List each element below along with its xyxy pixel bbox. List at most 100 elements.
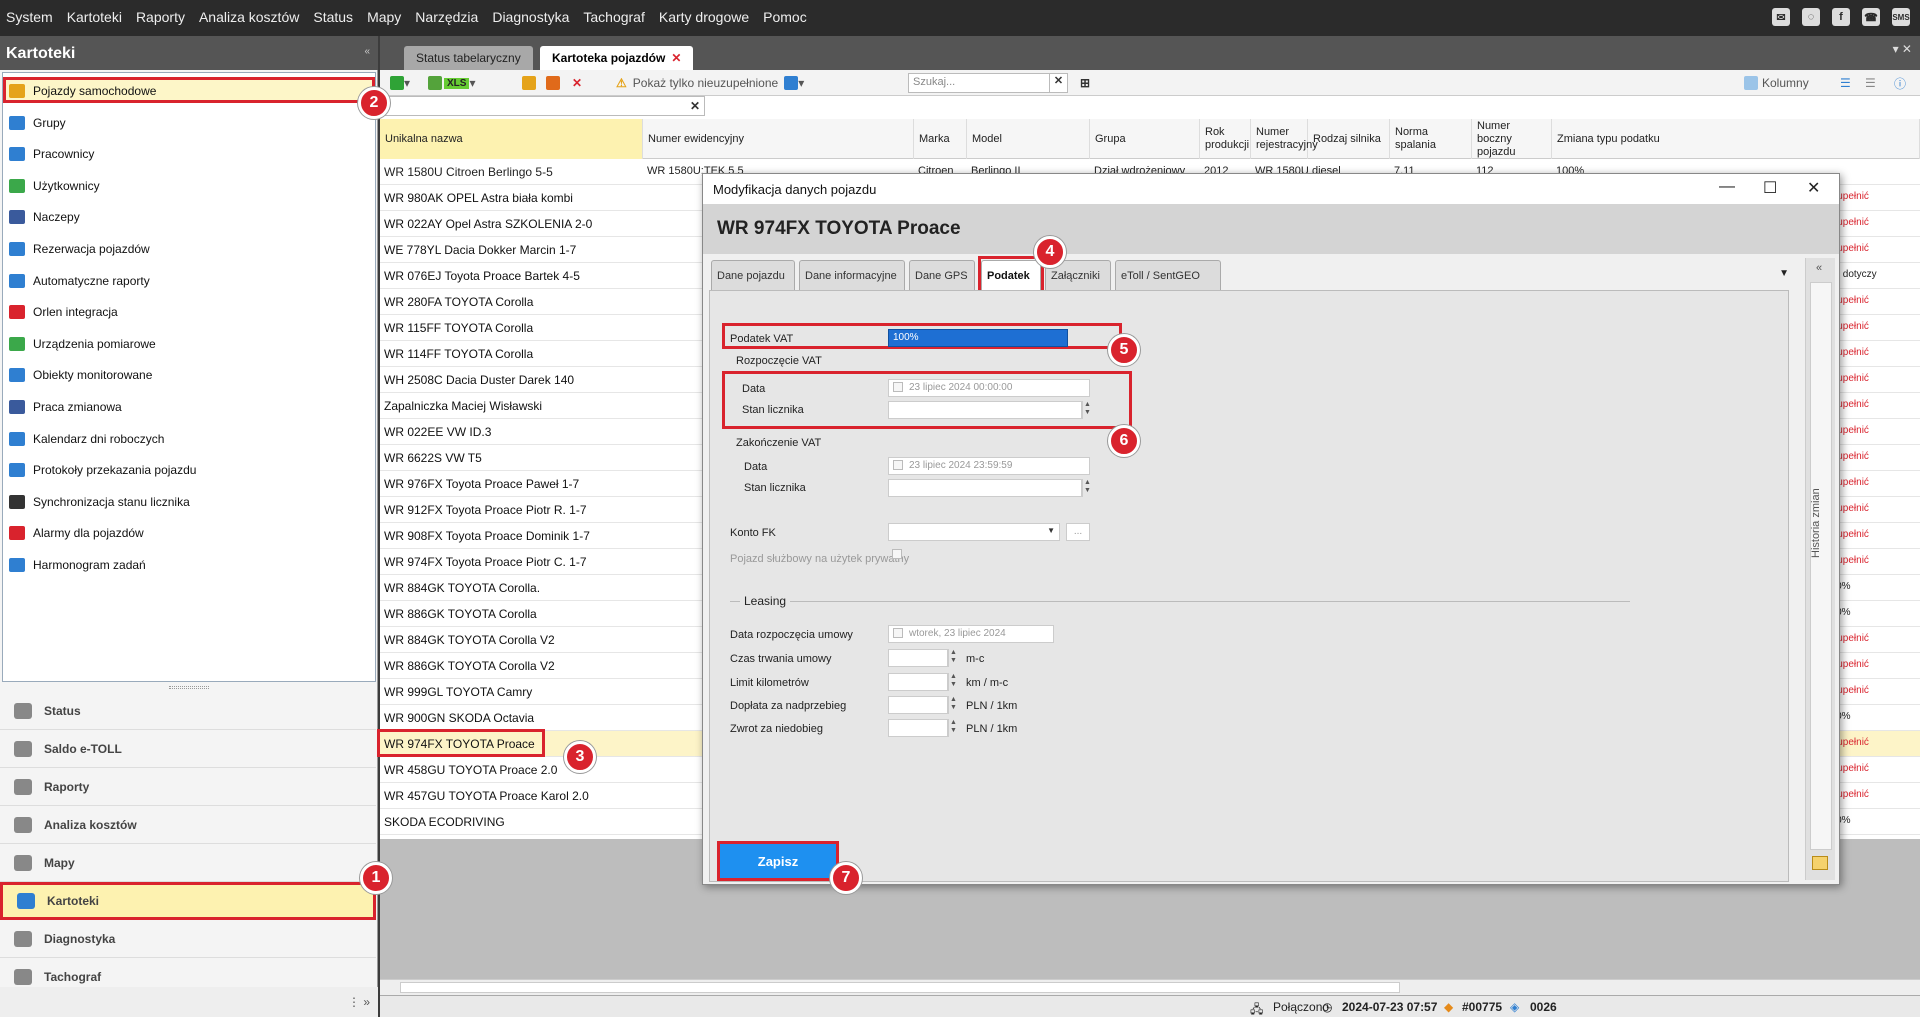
column-header[interactable]: Numer rejestracyjny: [1251, 119, 1318, 159]
column-header[interactable]: Rodzaj silnika: [1308, 119, 1390, 159]
facebook-icon[interactable]: f: [1832, 8, 1850, 26]
nav-4[interactable]: Mapy: [0, 844, 376, 882]
kartoteki-item[interactable]: Orlen integracja: [9, 300, 118, 324]
kartoteki-item[interactable]: Automatyczne raporty: [9, 269, 150, 293]
menu-item[interactable]: Analiza kosztów: [199, 9, 299, 25]
leasing-start-picker[interactable]: wtorek, 23 lipiec 2024: [888, 625, 1054, 643]
binoculars-icon[interactable]: ⊞: [1080, 74, 1090, 92]
column-header[interactable]: Zmiana typu podatku: [1552, 119, 1920, 159]
kartoteki-item[interactable]: Urządzenia pomiarowe: [9, 332, 156, 356]
kartoteki-item[interactable]: Praca zmianowa: [9, 395, 122, 419]
menu-item[interactable]: Narzędzia: [415, 9, 478, 25]
history-panel[interactable]: [1810, 282, 1832, 850]
clear-filter-icon[interactable]: ✕: [690, 99, 700, 113]
kartoteki-item[interactable]: Kalendarz dni roboczych: [9, 427, 164, 451]
nav-1[interactable]: Saldo e-TOLL: [0, 730, 376, 768]
kartoteki-item[interactable]: Użytkownicy: [9, 174, 100, 198]
kartoteki-item[interactable]: Harmonogram zadań: [9, 553, 146, 577]
nav-0[interactable]: Status: [0, 692, 376, 730]
column-header[interactable]: Rok produkcji: [1200, 119, 1251, 159]
private-use-checkbox[interactable]: [892, 549, 902, 559]
scroll-thumb[interactable]: [400, 982, 1400, 993]
phone-icon[interactable]: ☎: [1862, 8, 1880, 26]
kartoteki-item[interactable]: Protokoły przekazania pojazdu: [9, 458, 196, 482]
kartoteki-item[interactable]: Pojazdy samochodowe: [9, 79, 156, 103]
menu-item[interactable]: Karty drogowe: [659, 9, 749, 25]
kartoteki-item[interactable]: Naczepy: [9, 205, 80, 229]
kartoteki-item[interactable]: Obiekty monitorowane: [9, 363, 152, 387]
nav-5[interactable]: Kartoteki: [0, 882, 376, 920]
config-icon[interactable]: ⋮ »: [348, 995, 370, 1009]
close-icon[interactable]: ✕: [1807, 178, 1820, 198]
kartoteki-item[interactable]: Pracownicy: [9, 142, 94, 166]
refund-spinner[interactable]: ▲ ▼: [948, 719, 958, 737]
menu-item[interactable]: Kartoteki: [67, 9, 122, 25]
duration-spinner[interactable]: ▲ ▼: [948, 649, 958, 667]
delete-button[interactable]: ✕: [572, 74, 582, 92]
tab-dane-gps[interactable]: Dane GPS: [909, 260, 975, 290]
start-date-picker[interactable]: 23 lipiec 2024 00:00:00: [888, 379, 1090, 397]
mail-icon[interactable]: ✉: [1772, 8, 1790, 26]
list-view-icon[interactable]: ☰: [1840, 74, 1851, 92]
duration-input[interactable]: [888, 649, 948, 667]
sms-icon[interactable]: SMS: [1892, 8, 1910, 26]
leasing-start-checkbox[interactable]: [893, 628, 903, 639]
column-header[interactable]: Norma spalania: [1390, 119, 1472, 159]
menu-item[interactable]: Status: [313, 9, 353, 25]
tab-dane-pojazdu[interactable]: Dane pojazdu: [711, 260, 795, 290]
surcharge-input[interactable]: [888, 696, 948, 714]
horizontal-scrollbar[interactable]: [380, 979, 1920, 995]
column-header[interactable]: Model: [967, 119, 1090, 159]
close-tab-icon[interactable]: ✕: [671, 51, 681, 65]
end-counter-input[interactable]: [888, 479, 1082, 497]
maximize-icon[interactable]: ☐: [1763, 178, 1777, 198]
history-icon[interactable]: [1812, 856, 1828, 870]
surcharge-spinner[interactable]: ▲ ▼: [948, 696, 958, 714]
nav-2[interactable]: Raporty: [0, 768, 376, 806]
limit-spinner[interactable]: ▲ ▼: [948, 673, 958, 691]
column-header[interactable]: Marka: [914, 119, 967, 159]
collapse-icon[interactable]: «: [364, 46, 370, 57]
menu-item[interactable]: Mapy: [367, 9, 401, 25]
info-icon[interactable]: ⓘ: [1894, 74, 1906, 92]
kartoteki-item[interactable]: Grupy: [9, 111, 66, 135]
minimize-icon[interactable]: —: [1719, 178, 1735, 196]
konto-fk-select[interactable]: ▼: [888, 523, 1060, 541]
limit-input[interactable]: [888, 673, 948, 691]
menu-item[interactable]: Tachograf: [583, 9, 644, 25]
column-header[interactable]: Numer boczny pojazdu: [1472, 119, 1552, 159]
kartoteki-item[interactable]: Alarmy dla pojazdów: [9, 521, 144, 545]
konto-fk-browse-button[interactable]: ...: [1066, 523, 1090, 541]
search-input[interactable]: Szukaj... ✕: [908, 73, 1068, 93]
menu-item[interactable]: Pomoc: [763, 9, 807, 25]
vat-select[interactable]: 100%: [888, 329, 1068, 347]
start-counter-input[interactable]: [888, 401, 1082, 419]
menu-item[interactable]: Diagnostyka: [492, 9, 569, 25]
kartoteki-item[interactable]: Rezerwacja pojazdów: [9, 237, 150, 261]
column-header[interactable]: Unikalna nazwa: [380, 119, 643, 159]
export-xls-button[interactable]: XLS ▾: [428, 74, 475, 92]
column-header[interactable]: Numer ewidencyjny: [643, 119, 914, 159]
start-counter-spinner[interactable]: ▲ ▼: [1082, 401, 1092, 419]
chat-icon[interactable]: ◌: [1802, 8, 1820, 26]
end-counter-spinner[interactable]: ▲ ▼: [1082, 479, 1092, 497]
tab-dane-informacyjne[interactable]: Dane informacyjne: [799, 260, 905, 290]
add-button[interactable]: ▾: [390, 74, 410, 92]
column-filter-input[interactable]: ✕: [380, 96, 705, 116]
nav-6[interactable]: Diagnostyka: [0, 920, 376, 958]
tab-kartoteka-pojazdow[interactable]: Kartoteka pojazdów ✕: [540, 46, 694, 70]
tab-controls-icon[interactable]: ▾ ✕: [1893, 42, 1912, 56]
start-date-checkbox[interactable]: [893, 382, 903, 393]
end-date-picker[interactable]: 23 lipiec 2024 23:59:59: [888, 457, 1090, 475]
clear-search-icon[interactable]: ✕: [1049, 74, 1067, 92]
refund-input[interactable]: [888, 719, 948, 737]
edit-button[interactable]: [522, 74, 536, 92]
kartoteki-item[interactable]: Synchronizacja stanu licznika: [9, 490, 190, 514]
detail-view-icon[interactable]: ☰: [1865, 74, 1876, 92]
tab-status-tabelaryczny[interactable]: Status tabelaryczny: [404, 46, 533, 70]
menu-item[interactable]: System: [6, 9, 53, 25]
end-date-checkbox[interactable]: [893, 460, 903, 471]
filter-unfilled-button[interactable]: ⚠ Pokaż tylko nieuzupełnione ▾: [616, 74, 804, 92]
tabs-dropdown-icon[interactable]: ▼: [1779, 268, 1789, 279]
menu-item[interactable]: Raporty: [136, 9, 185, 25]
